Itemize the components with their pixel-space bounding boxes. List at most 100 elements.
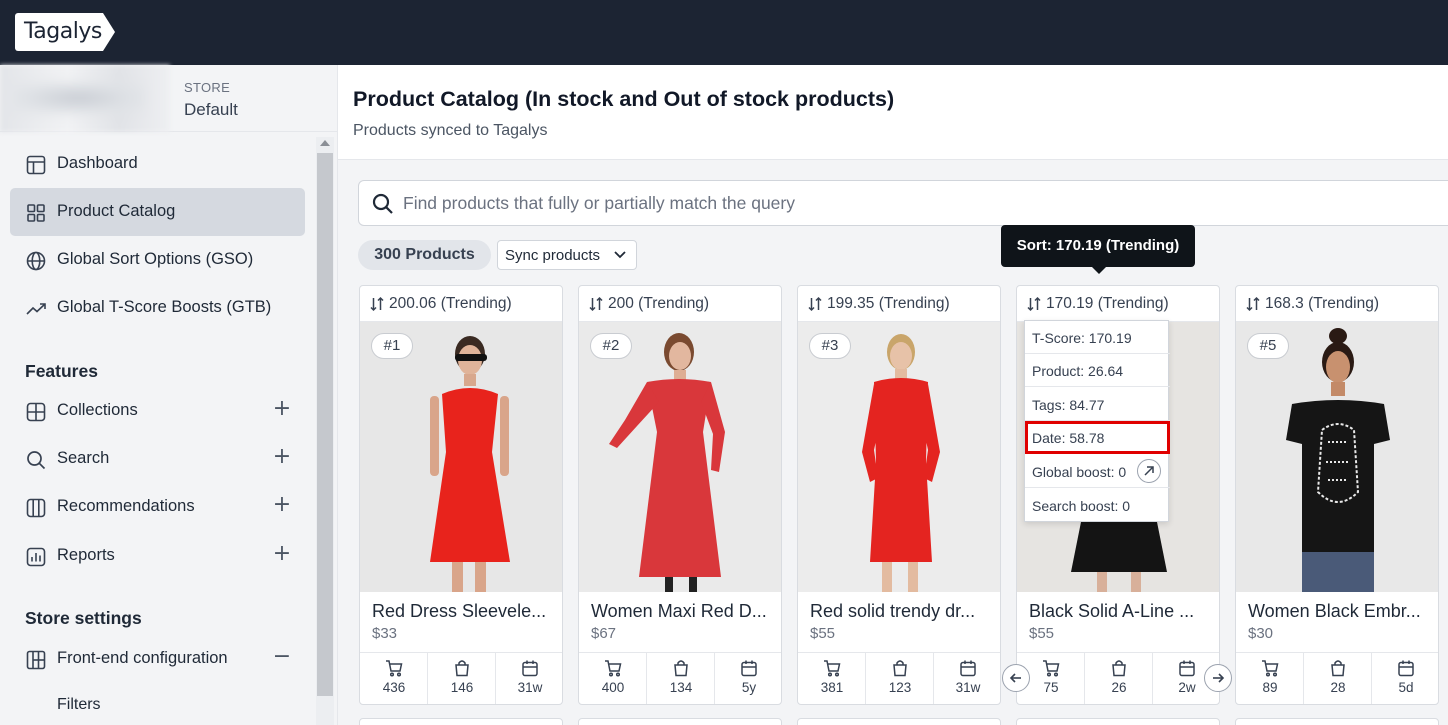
sidebar-subitem-filters[interactable]: Filters: [57, 696, 101, 714]
sync-products-dropdown[interactable]: Sync products: [497, 240, 637, 270]
product-image[interactable]: #3: [798, 322, 1000, 592]
cart-icon: [1262, 660, 1279, 677]
sidebar-item-recommendations[interactable]: Recommendations +: [10, 483, 305, 531]
shopping-bag-icon: [893, 660, 907, 677]
sidebar-item-frontend-config[interactable]: Front-end configuration −: [10, 635, 305, 683]
sidebar-item-product-catalog[interactable]: Product Catalog: [10, 188, 305, 236]
bag-count: 134: [669, 680, 693, 695]
sidebar-item-gso[interactable]: Global Sort Options (GSO): [10, 236, 305, 284]
open-global-boost-button[interactable]: [1137, 459, 1161, 483]
cart-count: 89: [1262, 680, 1278, 695]
sort-score-text: 200 (Trending): [608, 295, 710, 312]
tscore-value: T-Score: 170.19: [1032, 330, 1132, 346]
sidebar: STORE Default Dashboard Product Catalog …: [0, 65, 338, 725]
product-image[interactable]: #2: [579, 322, 781, 592]
product-search-box[interactable]: [358, 180, 1448, 226]
product-score-value: Product: 26.64: [1032, 363, 1124, 379]
sort-score[interactable]: 170.19 (Trending): [1017, 286, 1219, 322]
sidebar-item-label: Search: [57, 449, 110, 467]
cart-icon: [1043, 660, 1060, 677]
product-name[interactable]: Women Maxi Red D...: [591, 601, 776, 622]
cart-count: 400: [601, 680, 625, 695]
page-title: Product Catalog (In stock and Out of sto…: [353, 87, 895, 111]
sort-score[interactable]: 200.06 (Trending): [360, 286, 562, 322]
product-stats: 436 146 31w: [360, 652, 562, 704]
expand-plus-icon[interactable]: +: [272, 543, 292, 565]
sidebar-item-collections[interactable]: Collections +: [10, 387, 305, 435]
move-right-button[interactable]: [1204, 664, 1232, 692]
product-price: $67: [591, 625, 617, 642]
product-card[interactable]: 199.35 (Trending) #3 Red solid trendy dr…: [797, 285, 1001, 705]
product-search-input[interactable]: [403, 186, 1403, 220]
expand-plus-icon[interactable]: +: [272, 494, 292, 516]
cart-stat: 436: [360, 653, 428, 704]
sort-score[interactable]: 199.35 (Trending): [798, 286, 1000, 322]
tagalys-logo[interactable]: Tagalys: [15, 13, 115, 51]
bag-stat: 123: [866, 653, 934, 704]
sidebar-scroll-thumb[interactable]: [317, 153, 333, 696]
product-card[interactable]: 200.06 (Trending) #1 Red Dress Sleevele.…: [359, 285, 563, 705]
product-stats: 75 26 2w: [1017, 652, 1219, 704]
bag-stat: 134: [647, 653, 715, 704]
product-card[interactable]: 200 (Trending) #2 Women Maxi Red D... $6…: [578, 285, 782, 705]
page-subtitle: Products synced to Tagalys: [353, 122, 548, 139]
scroll-up-arrow-icon[interactable]: [320, 140, 330, 146]
main-content: Product Catalog (In stock and Out of sto…: [338, 65, 1448, 725]
global-boost-value: Global boost: 0: [1032, 464, 1127, 480]
bag-count: 26: [1111, 680, 1127, 695]
product-name[interactable]: Black Solid A-Line ...: [1029, 601, 1214, 622]
sidebar-item-label: Product Catalog: [57, 202, 176, 220]
store-settings-heading: Store settings: [25, 608, 142, 628]
grid-layout-icon: [26, 650, 46, 670]
store-selector[interactable]: STORE Default: [0, 65, 337, 132]
search-icon: [27, 451, 46, 470]
sort-arrows-icon: [589, 296, 603, 312]
bag-stat: 26: [1085, 653, 1153, 704]
product-name[interactable]: Red solid trendy dr...: [810, 601, 995, 622]
grid-icon: [27, 204, 45, 222]
age-value: 31w: [517, 680, 543, 695]
product-card-next-row[interactable]: [359, 718, 563, 725]
sidebar-item-search[interactable]: Search +: [10, 435, 305, 483]
sidebar-item-gtb[interactable]: Global T-Score Boosts (GTB): [10, 284, 305, 332]
product-image[interactable]: #1: [360, 322, 562, 592]
collapse-minus-icon[interactable]: −: [272, 646, 292, 668]
bag-stat: 28: [1304, 653, 1372, 704]
cart-icon: [824, 660, 841, 677]
sidebar-item-label: Global T-Score Boosts (GTB): [57, 298, 272, 316]
sidebar-item-reports[interactable]: Reports +: [10, 532, 305, 580]
product-card-next-row[interactable]: [1016, 718, 1220, 725]
move-left-button[interactable]: [1002, 664, 1030, 692]
sync-products-label: Sync products: [505, 247, 601, 264]
product-card-next-row[interactable]: [1235, 718, 1439, 725]
sidebar-item-label: Front-end configuration: [57, 649, 228, 667]
product-card-next-row[interactable]: [578, 718, 782, 725]
bag-count: 146: [450, 680, 474, 695]
product-name[interactable]: Women Black Embr...: [1248, 601, 1433, 622]
product-card-next-row[interactable]: [797, 718, 1001, 725]
product-name[interactable]: Red Dress Sleevele...: [372, 601, 557, 622]
sort-score[interactable]: 168.3 (Trending): [1236, 286, 1438, 322]
bag-count: 123: [888, 680, 912, 695]
product-price: $55: [1029, 625, 1055, 642]
rank-badge: #1: [371, 333, 413, 359]
product-stats: 89 28 5d: [1236, 652, 1438, 704]
rank-badge: #5: [1247, 333, 1289, 359]
calendar-icon: [960, 660, 976, 677]
sort-arrows-icon: [1246, 296, 1260, 312]
sort-score-text: 200.06 (Trending): [389, 295, 512, 312]
expand-plus-icon[interactable]: +: [272, 398, 292, 420]
product-image[interactable]: #5: [1236, 322, 1438, 592]
shopping-bag-icon: [455, 660, 469, 677]
expand-plus-icon[interactable]: +: [272, 446, 292, 468]
store-label: STORE: [184, 80, 231, 95]
tags-score-row: Tags: 84.77: [1025, 388, 1170, 421]
arrow-left-icon: [1009, 673, 1021, 683]
age-stat: 31w: [934, 653, 1000, 704]
search-boost-value: Search boost: 0: [1032, 498, 1131, 514]
store-avatar: [0, 65, 170, 132]
product-card[interactable]: 168.3 (Trending) #5 Women Black Embr... …: [1235, 285, 1439, 705]
sort-score[interactable]: 200 (Trending): [579, 286, 781, 322]
age-value: 31w: [955, 680, 981, 695]
sidebar-item-dashboard[interactable]: Dashboard: [10, 140, 305, 188]
